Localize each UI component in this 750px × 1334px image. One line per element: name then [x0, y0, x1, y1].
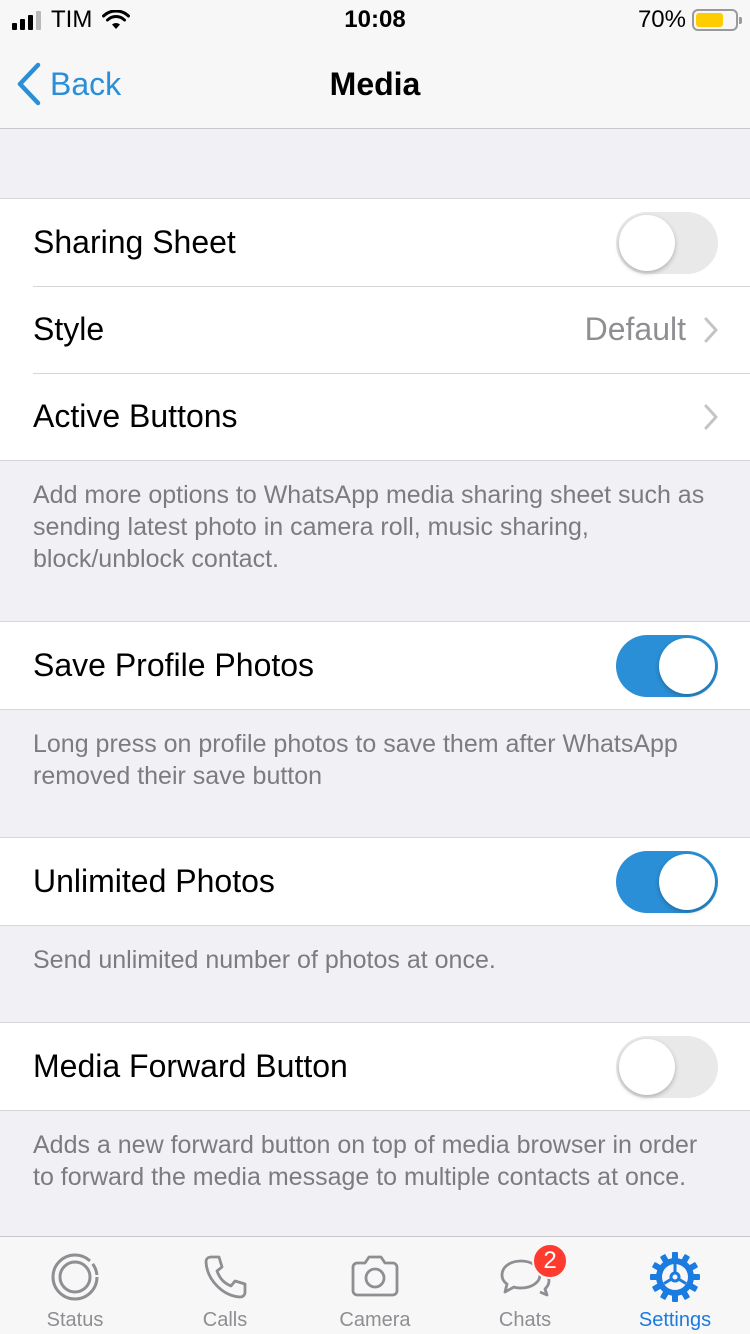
navigation-bar: Back Media [0, 40, 750, 129]
save-profile-photos-toggle[interactable] [616, 635, 718, 697]
chevron-right-icon [704, 404, 718, 429]
status-icon [51, 1253, 99, 1301]
toggle-knob [619, 215, 675, 271]
unlimited-photos-toggle[interactable] [616, 851, 718, 913]
toggle-knob [659, 854, 715, 910]
settings-group-sharing: Sharing Sheet Style Default Active Butto… [0, 198, 750, 461]
row-style[interactable]: Style Default [0, 286, 750, 373]
chevron-right-icon [704, 317, 718, 342]
battery-icon [692, 9, 742, 31]
sharing-sheet-toggle[interactable] [616, 212, 718, 274]
section-footer-note: Long press on profile photos to save the… [33, 730, 678, 790]
tab-label: Status [46, 1309, 104, 1331]
page-title: Media [329, 66, 421, 102]
toggle-knob [659, 638, 715, 694]
camera-icon [351, 1255, 399, 1297]
row-active-buttons[interactable]: Active Buttons [0, 373, 750, 460]
phone-icon [204, 1255, 247, 1299]
row-unlimited-photos[interactable]: Unlimited Photos [0, 838, 750, 925]
row-label: Save Profile Photos [33, 647, 315, 683]
row-label: Active Buttons [33, 398, 238, 434]
row-save-profile-photos[interactable]: Save Profile Photos [0, 622, 750, 709]
section-footer-note: Add more options to WhatsApp media shari… [33, 481, 705, 573]
tab-label: Settings [638, 1309, 712, 1331]
battery-percent: 70% [637, 6, 686, 33]
row-label: Unlimited Photos [33, 863, 275, 899]
tab-label: Calls [202, 1309, 248, 1331]
status-bar: TIM 10:08 70% [0, 0, 750, 40]
tab-camera[interactable]: Camera [300, 1237, 450, 1334]
tab-label: Chats [498, 1309, 552, 1331]
toggle-knob [619, 1039, 675, 1095]
tab-label: Camera [339, 1309, 411, 1331]
tab-status[interactable]: Status [0, 1237, 150, 1334]
row-label: Sharing Sheet [33, 224, 236, 260]
settings-list: Sharing Sheet Style Default Active Butto… [0, 129, 750, 1193]
battery-fill [696, 13, 723, 27]
row-label: Media Forward Button [33, 1048, 348, 1084]
unread-badge: 2 [532, 1243, 568, 1279]
status-right: 70% [637, 6, 742, 34]
tab-bar: Status Calls Camera 2 Chats Settings [0, 1236, 750, 1334]
section-footer-note: Send unlimited number of photos at once. [33, 946, 496, 974]
row-sharing-sheet[interactable]: Sharing Sheet [0, 199, 750, 286]
gear-icon [650, 1252, 700, 1302]
settings-group-unlimited-photos: Unlimited Photos [0, 837, 750, 926]
tab-calls[interactable]: Calls [150, 1237, 300, 1334]
settings-group-media-forward: Media Forward Button [0, 1022, 750, 1111]
row-accessory [704, 373, 718, 460]
media-forward-button-toggle[interactable] [616, 1036, 718, 1098]
tab-settings[interactable]: Settings [600, 1237, 750, 1334]
settings-group-profile-photos: Save Profile Photos [0, 621, 750, 710]
row-accessory: Default [585, 286, 718, 373]
style-value: Default [584, 311, 686, 347]
row-label: Style [33, 311, 105, 347]
row-media-forward-button[interactable]: Media Forward Button [0, 1023, 750, 1110]
section-footer-note: Adds a new forward button on top of medi… [33, 1131, 698, 1191]
tab-chats[interactable]: 2 Chats [450, 1237, 600, 1334]
